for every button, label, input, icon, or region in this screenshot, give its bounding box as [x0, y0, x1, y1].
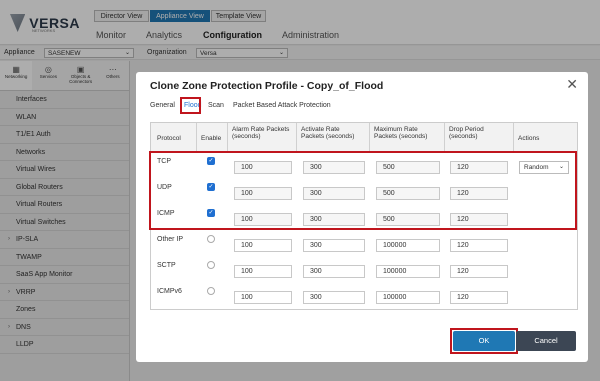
maximum-rate-input[interactable]: 100000	[376, 239, 440, 252]
table-row: Other IP 100 300 100000 120	[151, 231, 577, 257]
tab-scan[interactable]: Scan	[208, 102, 224, 109]
protocol-cell: SCTP	[157, 262, 176, 269]
protocol-cell: Other IP	[157, 236, 184, 243]
tab-general[interactable]: General	[150, 102, 175, 109]
activate-rate-input[interactable]: 300	[303, 265, 365, 278]
col-enable: Enable	[201, 135, 222, 142]
activate-rate-input[interactable]: 300	[303, 239, 365, 252]
tcp-udp-icmp-highlight	[149, 151, 577, 230]
col-activate-rate: Activate Rate Packets (seconds)	[301, 126, 355, 140]
activate-rate-input[interactable]: 300	[303, 291, 365, 304]
drop-rate-input[interactable]: 120	[450, 291, 508, 304]
enable-checkbox[interactable]	[207, 235, 215, 243]
flood-tab-highlight	[180, 97, 201, 114]
table-row: ICMPv6 100 300 100000 120	[151, 283, 577, 309]
enable-checkbox[interactable]	[207, 261, 215, 269]
alarm-rate-input[interactable]: 100	[234, 239, 292, 252]
enable-checkbox[interactable]	[207, 287, 215, 295]
alarm-rate-input[interactable]: 100	[234, 265, 292, 278]
table-row: SCTP 100 300 100000 120	[151, 257, 577, 283]
maximum-rate-input[interactable]: 100000	[376, 291, 440, 304]
ok-button[interactable]: OK	[453, 331, 515, 351]
col-actions: Actions	[518, 135, 540, 142]
col-alarm-rate: Alarm Rate Packets (seconds)	[232, 126, 290, 140]
close-icon[interactable]: ✕	[566, 76, 578, 93]
col-protocol: Protocol	[157, 135, 181, 142]
col-maximum-rate: Maximum Rate Packets (seconds)	[374, 126, 428, 140]
table-header: Protocol Enable Alarm Rate Packets (seco…	[151, 123, 577, 153]
cancel-button[interactable]: Cancel	[516, 331, 576, 351]
drop-rate-input[interactable]: 120	[450, 239, 508, 252]
tab-packet-based-attack-protection[interactable]: Packet Based Attack Protection	[233, 102, 331, 109]
clone-zone-protection-dialog: Clone Zone Protection Profile - Copy_of_…	[136, 72, 588, 362]
alarm-rate-input[interactable]: 100	[234, 291, 292, 304]
maximum-rate-input[interactable]: 100000	[376, 265, 440, 278]
drop-rate-input[interactable]: 120	[450, 265, 508, 278]
protocol-cell: ICMPv6	[157, 288, 182, 295]
dialog-title: Clone Zone Protection Profile - Copy_of_…	[150, 80, 384, 92]
col-drop-period: Drop Period (seconds)	[449, 126, 484, 140]
